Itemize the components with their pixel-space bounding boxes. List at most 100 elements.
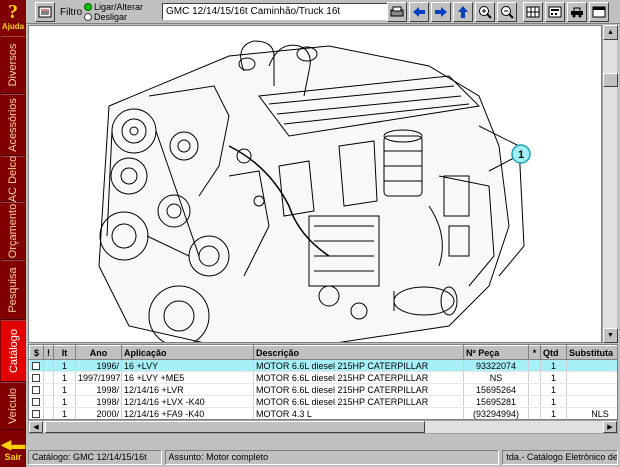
table-row[interactable]: 1 1996/16 +LVY MOTOR 6.6L diesel 215HP CAT… <box>29 359 617 372</box>
printer-icon <box>390 6 404 17</box>
cell-item: 1 <box>53 371 76 384</box>
cell-star <box>528 359 541 372</box>
scroll-down-arrow-icon[interactable]: ▼ <box>603 328 618 343</box>
table-row[interactable]: 1 1998/12/14/16 +LVR MOTOR 6.6L diesel 215… <box>29 383 617 396</box>
radio-on-icon <box>84 3 92 11</box>
tab-veiculo[interactable]: Veículo <box>1 382 25 430</box>
cell-qty: 1 <box>540 407 567 419</box>
cell-star <box>528 395 541 408</box>
toolbar: Filtro Ligar/Alterar Desligar GMC 12/14/… <box>26 0 620 24</box>
car-button[interactable] <box>567 2 587 22</box>
cell-star <box>528 407 541 419</box>
cell-description: MOTOR 6.6L diesel 215HP CATERPILLAR <box>253 383 464 396</box>
window-button[interactable] <box>589 2 609 22</box>
cell-substitute <box>566 383 617 396</box>
table-row[interactable]: 1 1997/1997 16 +LVY +ME5 MOTOR 6.6L diesel … <box>29 371 617 384</box>
cell-year: 2000/ <box>75 407 122 419</box>
table-horizontal-scrollbar[interactable]: ◀ ▶ <box>28 420 618 434</box>
col-alert[interactable]: ! <box>43 345 54 360</box>
part-illustration[interactable]: 1 <box>28 25 602 343</box>
arrow-left-icon <box>413 7 425 17</box>
cell-alert <box>43 371 54 384</box>
tab-ac-delco[interactable]: AC Delco <box>1 156 25 202</box>
zoom-out-button[interactable] <box>497 2 517 22</box>
callout-number: 1 <box>518 149 524 161</box>
cell-qty: 1 <box>540 383 567 396</box>
tab-pesquisa[interactable]: Pesquisa <box>1 260 25 320</box>
question-mark-icon: ? <box>8 1 18 23</box>
cell-part-number: 15695264 <box>463 383 529 396</box>
scroll-thumb[interactable] <box>603 73 618 87</box>
row-checkbox[interactable] <box>32 398 41 407</box>
col-qty[interactable]: Qtd <box>540 345 567 360</box>
cell-item: 1 <box>53 395 76 408</box>
status-catalog: Catálogo: GMC 12/14/15/16t <box>28 450 162 465</box>
cell-year: 1996/ <box>75 359 122 372</box>
col-price[interactable]: $ <box>29 345 44 360</box>
exit-arrow-icon: ◀▬ <box>0 436 26 452</box>
zoom-in-button[interactable] <box>475 2 495 22</box>
cell-application: 12/14/16 +LVR <box>121 383 254 396</box>
scroll-right-arrow-icon[interactable]: ▶ <box>603 421 617 433</box>
cell-part-number: 93322074 <box>463 359 529 372</box>
cell-star <box>528 371 541 384</box>
table-row[interactable]: 1 2000/12/14/16 +FA9 -K40 MOTOR 4.3 L (9329… <box>29 407 617 419</box>
calculator-button[interactable] <box>545 2 565 22</box>
picture-vertical-scrollbar[interactable]: ▲ ▼ <box>602 25 618 343</box>
cell-qty: 1 <box>540 371 567 384</box>
filter-button[interactable] <box>35 2 55 22</box>
status-app-name: tda.- Catálogo Eletrônico de Pe <box>502 450 618 465</box>
row-checkbox[interactable] <box>32 374 41 383</box>
filter-on-radio[interactable]: Ligar/Alterar <box>84 2 143 12</box>
hscroll-thumb[interactable] <box>45 421 425 433</box>
grid-view-button[interactable] <box>523 2 543 22</box>
col-substitute[interactable]: Substituta <box>566 345 617 360</box>
filter-label: Filtro <box>60 7 83 18</box>
exit-label: Sair <box>4 452 22 462</box>
tab-catalogo[interactable]: Catálogo <box>1 320 26 382</box>
col-star[interactable]: * <box>528 345 541 360</box>
tab-acessorios[interactable]: Acessórios <box>1 94 25 156</box>
tab-diversos[interactable]: Diversos <box>1 36 25 94</box>
cell-substitute: NLS <box>566 407 617 419</box>
tab-orcamento[interactable]: Orçamento <box>1 202 25 260</box>
exit-button[interactable]: ◀▬ Sair <box>0 432 26 467</box>
forward-button[interactable] <box>431 2 451 22</box>
col-item[interactable]: It <box>53 345 76 360</box>
status-bar: Catálogo: GMC 12/14/15/16t Assunto: Moto… <box>26 448 620 467</box>
arrow-right-icon <box>435 7 447 17</box>
filter-off-radio[interactable]: Desligar <box>84 12 127 22</box>
cell-qty: 1 <box>540 395 567 408</box>
table-header-row: $ ! It Ano Aplicação Descrição Nº Peça *… <box>29 345 617 360</box>
cell-star <box>528 383 541 396</box>
car-icon <box>571 7 583 18</box>
cell-year: 1998/ <box>75 383 122 396</box>
vehicle-title-field: GMC 12/14/15/16t Caminhão/Truck 16t <box>162 3 404 20</box>
col-year[interactable]: Ano <box>75 345 122 360</box>
col-description[interactable]: Descrição <box>253 345 464 360</box>
row-checkbox[interactable] <box>32 410 41 419</box>
cell-price <box>29 395 44 408</box>
up-button[interactable] <box>453 2 473 22</box>
col-part-number[interactable]: Nº Peça <box>463 345 529 360</box>
back-button[interactable] <box>409 2 429 22</box>
cell-price <box>29 371 44 384</box>
cell-year: 1997/1997 <box>75 371 122 384</box>
cell-substitute <box>566 359 617 372</box>
help-button[interactable]: ? Ajuda <box>0 0 26 34</box>
cell-application: 12/14/16 +LVX -K40 <box>121 395 254 408</box>
cell-substitute <box>566 371 617 384</box>
scroll-left-arrow-icon[interactable]: ◀ <box>29 421 43 433</box>
row-checkbox[interactable] <box>32 386 41 395</box>
engine-drawing: 1 <box>98 40 531 342</box>
zoom-in-icon <box>479 6 492 19</box>
cell-alert <box>43 383 54 396</box>
print-button[interactable] <box>387 2 407 22</box>
row-checkbox[interactable] <box>32 362 41 371</box>
calculator-icon <box>548 6 562 18</box>
scroll-up-arrow-icon[interactable]: ▲ <box>603 25 618 40</box>
cell-year: 1998/ <box>75 395 122 408</box>
col-application[interactable]: Aplicação <box>121 345 254 360</box>
list-filter-icon <box>38 6 52 18</box>
table-row[interactable]: 1 1998/12/14/16 +LVX -K40 MOTOR 6.6L diese… <box>29 395 617 408</box>
